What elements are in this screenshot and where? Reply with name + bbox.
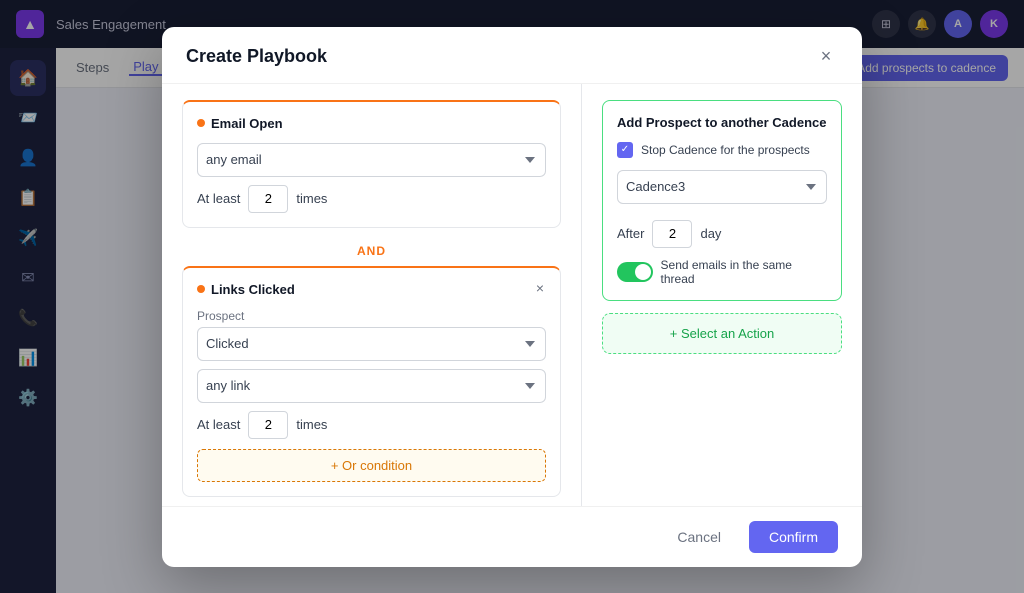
modal-overlay: Create Playbook × Email Open any email s…: [0, 0, 1024, 593]
dialog-body: Email Open any email specific email At l…: [162, 84, 862, 506]
thread-toggle[interactable]: [617, 262, 653, 282]
after-label: After: [617, 226, 644, 241]
after-input[interactable]: [652, 220, 692, 248]
links-clicked-close-button[interactable]: ×: [530, 278, 550, 298]
dialog-title: Create Playbook: [186, 46, 327, 67]
dialog-header: Create Playbook ×: [162, 27, 862, 84]
cancel-button[interactable]: Cancel: [661, 521, 737, 553]
dialog-footer: Cancel Confirm: [162, 506, 862, 567]
email-open-select[interactable]: any email specific email: [197, 143, 546, 177]
atleast-label: At least: [197, 191, 240, 206]
times-label: times: [296, 191, 327, 206]
email-open-atleast-input[interactable]: [248, 185, 288, 213]
action-card: Add Prospect to another Cadence ✓ Stop C…: [602, 100, 842, 301]
cadence-select[interactable]: Cadence3 Cadence1 Cadence2: [617, 170, 827, 204]
links-clicked-link-select[interactable]: any link specific link: [197, 369, 546, 403]
links-atleast-row: At least times: [197, 411, 546, 439]
toggle-knob: [635, 264, 651, 280]
day-label: day: [700, 226, 721, 241]
dialog-close-button[interactable]: ×: [814, 45, 838, 69]
links-atleast-label: At least: [197, 417, 240, 432]
links-clicked-title: Links Clicked: [197, 282, 546, 297]
action-card-title: Add Prospect to another Cadence: [617, 115, 827, 130]
links-clicked-select[interactable]: Clicked Not Clicked: [197, 327, 546, 361]
or-condition-button[interactable]: + Or condition: [197, 449, 546, 482]
right-panel: Add Prospect to another Cadence ✓ Stop C…: [582, 84, 862, 506]
create-playbook-dialog: Create Playbook × Email Open any email s…: [162, 27, 862, 567]
stop-cadence-label: Stop Cadence for the prospects: [641, 143, 810, 157]
prospect-label: Prospect: [197, 309, 546, 323]
thread-toggle-row: Send emails in the same thread: [617, 258, 827, 286]
email-open-card: Email Open any email specific email At l…: [182, 100, 561, 228]
email-open-title: Email Open: [197, 116, 546, 131]
orange-dot-icon: [197, 119, 205, 127]
stop-cadence-row: ✓ Stop Cadence for the prospects: [617, 142, 827, 158]
links-clicked-card: × Links Clicked Prospect Clicked Not Cli…: [182, 266, 561, 497]
links-times-label: times: [296, 417, 327, 432]
links-clicked-label: Links Clicked: [211, 282, 295, 297]
email-open-atleast-row: At least times: [197, 185, 546, 213]
links-orange-dot-icon: [197, 285, 205, 293]
and-connector: AND: [182, 236, 561, 266]
thread-toggle-label: Send emails in the same thread: [661, 258, 827, 286]
stop-cadence-checkbox[interactable]: ✓: [617, 142, 633, 158]
select-action-button[interactable]: + Select an Action: [602, 313, 842, 354]
left-panel: Email Open any email specific email At l…: [162, 84, 582, 506]
after-row: After day: [617, 220, 827, 248]
confirm-button[interactable]: Confirm: [749, 521, 838, 553]
links-atleast-input[interactable]: [248, 411, 288, 439]
email-open-label: Email Open: [211, 116, 283, 131]
